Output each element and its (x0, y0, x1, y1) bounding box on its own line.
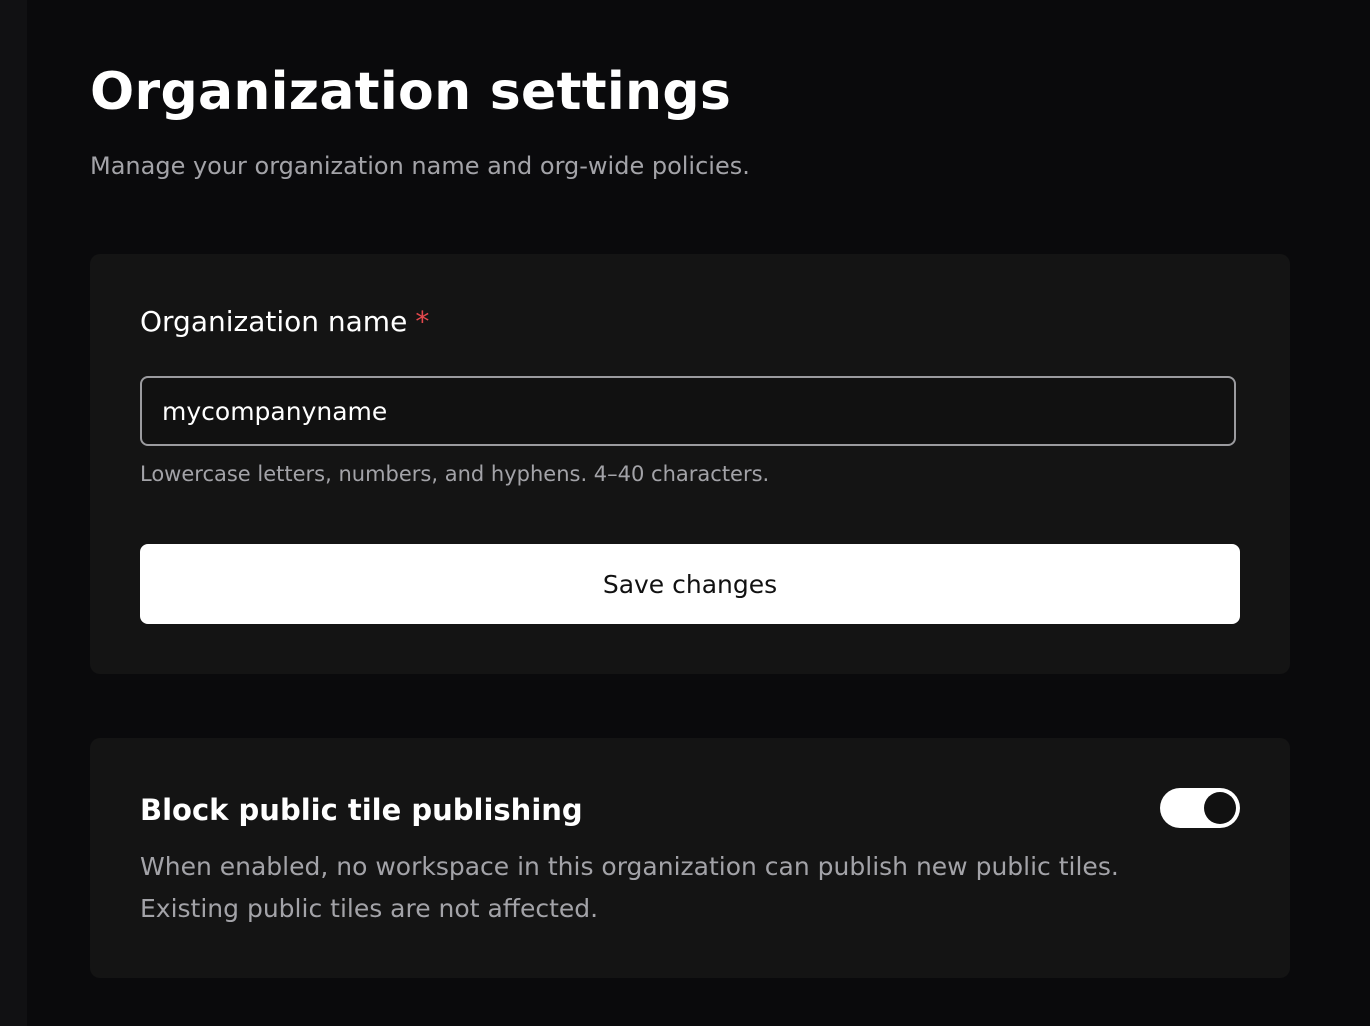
left-sidebar-edge (0, 0, 27, 1026)
policy-description-line-2: Existing public tiles are not affected. (140, 894, 599, 923)
save-changes-button[interactable]: Save changes (140, 544, 1240, 624)
organization-name-label: Organization name * (140, 305, 429, 338)
policy-description: When enabled, no workspace in this organ… (140, 846, 1140, 930)
organization-name-input[interactable] (140, 376, 1236, 446)
required-marker: * (415, 305, 430, 338)
block-public-publishing-toggle[interactable] (1160, 788, 1240, 828)
policy-description-line-1: When enabled, no workspace in this organ… (140, 852, 1119, 881)
toggle-knob (1204, 792, 1236, 824)
policy-title: Block public tile publishing (140, 793, 583, 827)
organization-name-label-text: Organization name (140, 305, 408, 338)
organization-name-hint: Lowercase letters, numbers, and hyphens.… (140, 462, 770, 486)
page-subtitle: Manage your organization name and org-wi… (90, 152, 750, 180)
page-title: Organization settings (90, 62, 732, 122)
